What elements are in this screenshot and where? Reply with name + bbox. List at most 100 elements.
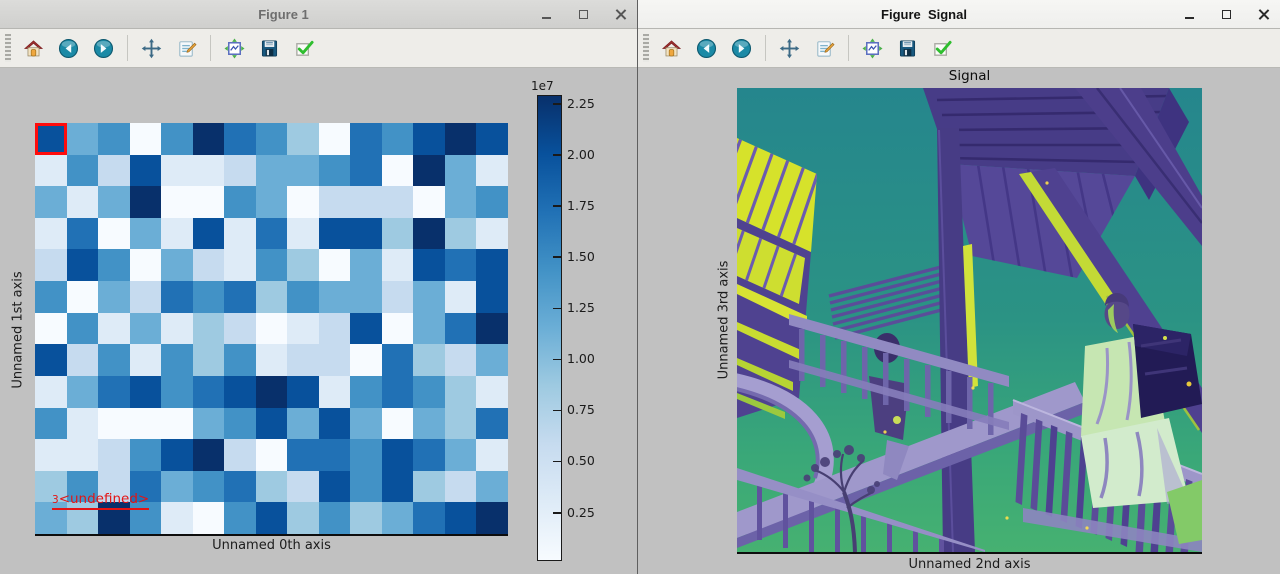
edit-button[interactable] [173,35,199,61]
close-button[interactable] [614,8,627,21]
heatmap-cell [35,376,67,408]
heatmap-cell [67,155,99,187]
heatmap-cell [413,376,445,408]
colorbar [537,95,562,561]
colorbar-tick-mark [553,154,561,156]
heatmap-cell [256,408,288,440]
heatmap-cell [98,123,130,155]
save-button[interactable] [894,35,920,61]
heatmap-cell [67,123,99,155]
heatmap-cell [67,218,99,250]
heatmap-cell [476,249,508,281]
heatmap-cell [350,471,382,503]
pan-button[interactable] [776,35,802,61]
heatmap-cell [67,439,99,471]
titlebar[interactable]: Figure Signal [638,0,1280,29]
heatmap-cell [445,155,477,187]
save-icon [259,38,280,59]
close-button[interactable] [1257,8,1270,21]
toolbar-separator [210,35,211,61]
heatmap-cell [256,439,288,471]
heatmap-cell [445,439,477,471]
heatmap-cell [35,281,67,313]
toolbar-grip[interactable] [5,34,11,62]
heatmap-cell [382,344,414,376]
heatmap-cell [413,344,445,376]
heatmap-cell [287,218,319,250]
edit-button[interactable] [811,35,837,61]
heatmap-cell [319,155,351,187]
selected-cell-outline[interactable] [35,123,67,155]
save-icon [897,38,918,59]
heatmap-cell [193,502,225,534]
save-button[interactable] [256,35,282,61]
apply-button[interactable] [291,35,317,61]
titlebar[interactable]: Figure 1 [0,0,637,29]
heatmap-cell [476,186,508,218]
apply-icon [294,38,315,59]
heatmap-cell [161,439,193,471]
heatmap-cell [350,155,382,187]
colorbar-tick-mark [553,512,561,514]
plot-toolbar [638,29,1280,68]
pan-button[interactable] [138,35,164,61]
figure-canvas[interactable]: Signal Unnamed 3rd axis [638,68,1280,574]
heatmap-cell [193,471,225,503]
heatmap-cell [382,155,414,187]
heatmap-cell [256,155,288,187]
heatmap-cell [319,502,351,534]
heatmap-cell [256,471,288,503]
heatmap-cell [35,408,67,440]
heatmap-cell [161,281,193,313]
maximize-button[interactable] [577,8,590,21]
heatmap-plot[interactable] [35,123,508,536]
heatmap-cell [476,281,508,313]
forward-button[interactable] [90,35,116,61]
heatmap-cell [67,344,99,376]
heatmap-cell [130,408,162,440]
figure-canvas[interactable]: Unnamed 1st axis 3<undefined> Unnamed 0t… [0,68,637,574]
forward-icon [93,38,114,59]
heatmap-cell [130,186,162,218]
heatmap-cell [319,186,351,218]
heatmap-cell [67,408,99,440]
heatmap-cell [98,439,130,471]
heatmap-cell [413,186,445,218]
fit-button[interactable] [859,35,885,61]
toolbar-grip[interactable] [643,34,649,62]
edit-icon [176,38,197,59]
x-axis-label: Unnamed 0th axis [35,538,508,553]
heatmap-cell [287,471,319,503]
heatmap-cell [382,218,414,250]
pan-icon [779,38,800,59]
heatmap-cell [130,376,162,408]
home-button[interactable] [20,35,46,61]
heatmap-cell [35,439,67,471]
heatmap-cell [224,249,256,281]
heatmap-cell [161,155,193,187]
heatmap-cell [161,471,193,503]
back-button[interactable] [693,35,719,61]
heatmap-cell [256,123,288,155]
heatmap-cell [224,123,256,155]
fit-button[interactable] [221,35,247,61]
heatmap-cell [98,313,130,345]
signal-image[interactable] [737,88,1202,554]
colorbar-tick-mark [553,205,561,207]
heatmap-cell [287,123,319,155]
heatmap-cell [67,313,99,345]
undefined-annotation[interactable]: 3<undefined> [52,488,149,510]
heatmap-cell [413,408,445,440]
maximize-button[interactable] [1220,8,1233,21]
minimize-button[interactable] [540,8,553,21]
heatmap-cell [67,281,99,313]
minimize-button[interactable] [1183,8,1196,21]
heatmap-cell [445,123,477,155]
window-controls [540,0,627,28]
forward-button[interactable] [728,35,754,61]
heatmap-cell [287,281,319,313]
home-button[interactable] [658,35,684,61]
heatmap-cell [382,408,414,440]
back-button[interactable] [55,35,81,61]
apply-button[interactable] [929,35,955,61]
